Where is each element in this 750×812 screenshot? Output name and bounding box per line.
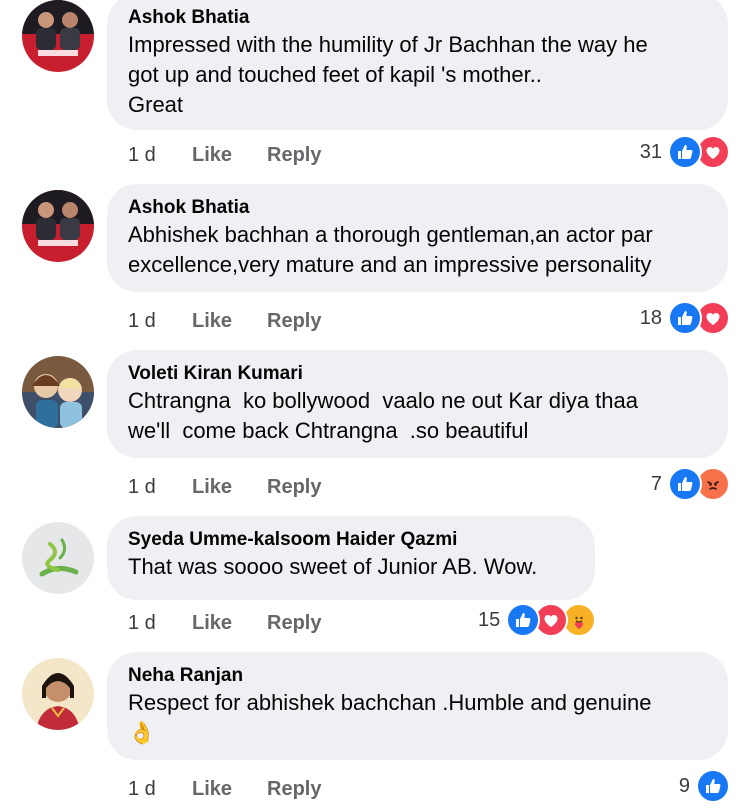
comment-timestamp[interactable]: 1 d bbox=[128, 142, 156, 168]
ok-hand-emoji: 👌 bbox=[128, 720, 156, 745]
like-icon bbox=[668, 467, 702, 501]
comment-bubble: Voleti Kiran Kumari Chtrangna ko bollywo… bbox=[107, 350, 728, 458]
reaction-summary[interactable]: 31 bbox=[639, 135, 730, 169]
like-button[interactable]: Like bbox=[192, 776, 232, 802]
reaction-summary[interactable]: 15 bbox=[478, 603, 597, 637]
reaction-summary[interactable]: 9 bbox=[678, 769, 730, 803]
like-button[interactable]: Like bbox=[192, 308, 232, 334]
reaction-summary[interactable]: 7 bbox=[650, 467, 730, 501]
avatar[interactable] bbox=[22, 356, 94, 428]
comment-timestamp[interactable]: 1 d bbox=[128, 308, 156, 334]
comment-text: Impressed with the humility of Jr Bachha… bbox=[128, 32, 648, 117]
reply-button[interactable]: Reply bbox=[267, 610, 321, 636]
comment-bubble: Neha Ranjan Respect for abhishek bachcha… bbox=[107, 652, 728, 760]
comment-text: Abhishek bachhan a thorough gentleman,an… bbox=[128, 222, 653, 277]
avatar[interactable] bbox=[22, 0, 94, 72]
comment-bubble: Ashok Bhatia Impressed with the humility… bbox=[107, 0, 728, 130]
comment-bubble: Ashok Bhatia Abhishek bachhan a thorough… bbox=[107, 184, 728, 292]
reaction-count: 7 bbox=[650, 472, 662, 495]
like-icon bbox=[668, 301, 702, 335]
reply-button[interactable]: Reply bbox=[267, 776, 321, 802]
like-icon bbox=[506, 603, 541, 637]
like-icon bbox=[696, 769, 730, 803]
reaction-count: 18 bbox=[639, 306, 662, 329]
comment-feed: Ashok Bhatia Impressed with the humility… bbox=[0, 0, 750, 812]
comment-text-body: Respect for abhishek bachchan .Humble an… bbox=[128, 690, 652, 715]
like-button[interactable]: Like bbox=[192, 142, 232, 168]
avatar[interactable] bbox=[22, 658, 94, 730]
reaction-count: 9 bbox=[678, 774, 690, 797]
reply-button[interactable]: Reply bbox=[267, 308, 321, 334]
comment-timestamp[interactable]: 1 d bbox=[128, 776, 156, 802]
comment-author[interactable]: Ashok Bhatia bbox=[128, 6, 702, 30]
comment-author[interactable]: Neha Ranjan bbox=[128, 664, 702, 688]
comment-bubble: Syeda Umme-kalsoom Haider Qazmi That was… bbox=[107, 516, 595, 600]
avatar[interactable] bbox=[22, 190, 94, 262]
like-button[interactable]: Like bbox=[192, 474, 232, 500]
comment-author[interactable]: Voleti Kiran Kumari bbox=[128, 362, 702, 386]
comment-author[interactable]: Ashok Bhatia bbox=[128, 196, 702, 220]
avatar[interactable] bbox=[22, 522, 94, 594]
comment-timestamp[interactable]: 1 d bbox=[128, 610, 156, 636]
reaction-count: 31 bbox=[639, 140, 662, 163]
reply-button[interactable]: Reply bbox=[267, 474, 321, 500]
comment-text: Respect for abhishek bachchan .Humble an… bbox=[128, 688, 702, 748]
reaction-summary[interactable]: 18 bbox=[639, 301, 730, 335]
reaction-count: 15 bbox=[478, 608, 501, 631]
reply-button[interactable]: Reply bbox=[267, 142, 321, 168]
comment-text: Chtrangna ko bollywood vaalo ne out Kar … bbox=[128, 388, 638, 443]
like-icon bbox=[668, 135, 702, 169]
comment-author[interactable]: Syeda Umme-kalsoom Haider Qazmi bbox=[128, 528, 569, 552]
comment-timestamp[interactable]: 1 d bbox=[128, 474, 156, 500]
comment-text: That was soooo sweet of Junior AB. Wow. bbox=[128, 554, 538, 579]
like-button[interactable]: Like bbox=[192, 610, 232, 636]
